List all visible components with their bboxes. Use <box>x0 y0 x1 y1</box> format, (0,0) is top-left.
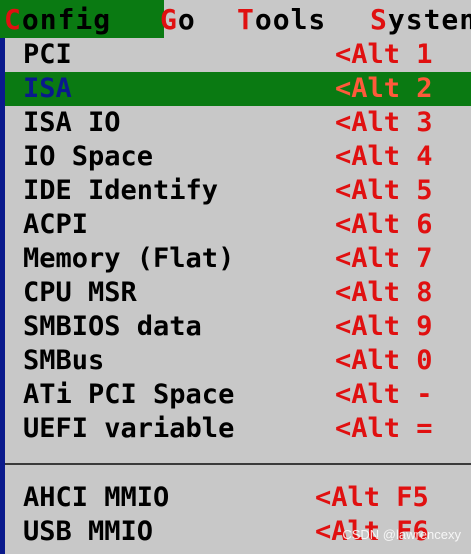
menu-item-shortcut: <Alt 0 <box>335 345 433 376</box>
menu-item-shortcut: <Alt 8 <box>335 277 433 308</box>
menu-item-label: Memory (Flat) <box>23 243 235 274</box>
menu-tools-hotkey: T <box>237 3 255 36</box>
menu-item-isa-io[interactable]: ISA IO <Alt 3 <box>5 106 471 140</box>
menu-item-shortcut: <Alt 2 <box>335 73 433 104</box>
menu-item-label: SMBus <box>23 345 105 376</box>
menu-item-label: ATi PCI Space <box>23 379 235 410</box>
menu-config-label: onfig <box>21 3 112 36</box>
menu-item-shortcut: <Alt 4 <box>335 141 433 172</box>
menu-item-label: PCI <box>23 39 72 70</box>
menu-item-pci[interactable]: PCI <Alt 1 <box>5 38 471 72</box>
menu-go[interactable]: Go <box>160 0 220 38</box>
menu-item-shortcut: <Alt - <box>335 379 433 410</box>
menu-system[interactable]: Systen <box>370 0 471 38</box>
menu-item-isa[interactable]: ISA <Alt 2 <box>5 72 471 106</box>
menu-item-shortcut: <Alt 7 <box>335 243 433 274</box>
menu-go-label: o <box>177 3 196 36</box>
menu-config-hotkey: C <box>4 3 22 36</box>
menu-item-ati-pci-space[interactable]: ATi PCI Space <Alt - <box>5 378 471 412</box>
menu-go-hotkey: G <box>160 3 178 36</box>
menu-item-shortcut: <Alt 6 <box>335 209 433 240</box>
menu-item-io-space[interactable]: IO Space <Alt 4 <box>5 140 471 174</box>
menu-item-shortcut: <Alt = <box>335 413 433 444</box>
menu-item-shortcut: <Alt 5 <box>335 175 433 206</box>
menu-item-label: SMBIOS data <box>23 311 202 342</box>
menu-item-acpi[interactable]: ACPI <Alt 6 <box>5 208 471 242</box>
menu-item-shortcut: <Alt 1 <box>335 39 433 70</box>
menu-item-smbios-data[interactable]: SMBIOS data <Alt 9 <box>5 310 471 344</box>
menu-config[interactable]: Config <box>0 0 164 38</box>
menu-item-shortcut: <Alt F5 <box>315 482 429 513</box>
menu-item-label: ISA IO <box>23 107 121 138</box>
menu-system-label: ysten <box>387 3 471 36</box>
menu-item-ahci-mmio[interactable]: AHCI MMIO <Alt F5 <box>5 481 471 515</box>
menu-bar: Config Go Tools Systen <box>0 0 471 38</box>
menu-tools-label: ools <box>254 3 327 36</box>
menu-item-label: IDE Identify <box>23 175 219 206</box>
menu-item-label: CPU MSR <box>23 277 137 308</box>
watermark: CSDN @lawrencexy <box>342 527 461 542</box>
menu-item-smbus[interactable]: SMBus <Alt 0 <box>5 344 471 378</box>
menu-item-label: ACPI <box>23 209 89 240</box>
menu-item-shortcut: <Alt 3 <box>335 107 433 138</box>
menu-item-shortcut: <Alt 9 <box>335 311 433 342</box>
config-dropdown-menu: PCI <Alt 1 ISA <Alt 2 ISA IO <Alt 3 IO S… <box>5 38 471 554</box>
menu-item-label: USB MMIO <box>23 516 154 547</box>
menu-item-uefi-variable[interactable]: UEFI variable <Alt = <box>5 412 471 446</box>
menu-separator <box>5 463 471 465</box>
menu-item-memory-flat[interactable]: Memory (Flat) <Alt 7 <box>5 242 471 276</box>
menu-item-label: IO Space <box>23 141 154 172</box>
menu-tools[interactable]: Tools <box>237 0 347 38</box>
menu-item-label: AHCI MMIO <box>23 482 170 513</box>
menu-system-hotkey: S <box>370 3 388 36</box>
menu-item-cpu-msr[interactable]: CPU MSR <Alt 8 <box>5 276 471 310</box>
menu-item-label: ISA <box>23 73 72 104</box>
menu-item-ide-identify[interactable]: IDE Identify <Alt 5 <box>5 174 471 208</box>
menu-item-label: UEFI variable <box>23 413 235 444</box>
